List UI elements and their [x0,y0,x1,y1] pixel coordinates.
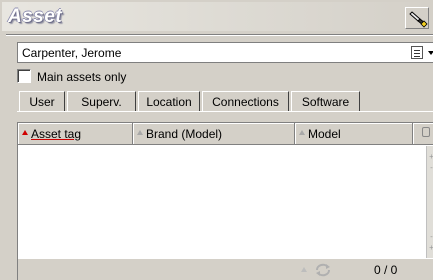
scroll-top-icon[interactable]: + [428,152,433,161]
sort-indicator-icon [137,130,143,135]
tab-user[interactable]: User [19,91,65,111]
column-chooser[interactable] [413,123,433,144]
chevron-down-icon[interactable] [428,51,433,55]
column-model[interactable]: Model [295,123,413,144]
tab-connections[interactable]: Connections [202,91,289,111]
tab-location[interactable]: Location [138,91,200,111]
sort-indicator-icon [22,130,28,135]
tab-label: User [29,95,55,109]
table-header: Asset tag Brand (Model) Model [18,123,433,145]
tab-baseline [17,111,433,112]
tab-label: Software [301,95,350,109]
vertical-scrollbar[interactable]: + - - + [426,146,433,258]
tab-label: Location [146,95,192,109]
list-icon[interactable] [411,46,423,59]
column-chooser-icon [422,127,430,137]
main-assets-checkbox[interactable] [17,69,31,83]
column-label: Model [308,127,341,141]
flashlight-icon [409,11,428,28]
user-combo-value: Carpenter, Jerome [22,46,122,60]
column-brand-model[interactable]: Brand (Model) [133,123,295,144]
window-title: Asset [8,6,63,27]
column-label: Brand (Model) [146,127,223,141]
record-counter: 0 / 0 [374,263,398,277]
column-label: Asset tag [31,127,82,141]
tab-label: Superv. [81,95,122,109]
title-divider [6,34,433,36]
user-combo[interactable]: Carpenter, Jerome [17,42,433,63]
main-assets-label: Main assets only [37,70,127,84]
tab-label: Connections [212,95,279,109]
scroll-up-icon[interactable]: - [428,163,433,172]
asset-list[interactable]: Asset tag Brand (Model) Model + - - + 0 … [17,122,433,280]
column-asset-tag[interactable]: Asset tag [18,123,133,144]
sort-indicator-icon [301,267,307,272]
list-statusbar: 0 / 0 [18,258,433,280]
scroll-down-icon[interactable]: - [428,232,433,241]
tab-supervisor[interactable]: Superv. [67,91,136,111]
scroll-bottom-icon[interactable]: + [428,243,433,252]
sort-indicator-icon [299,130,305,135]
flashlight-button[interactable] [405,7,429,29]
refresh-icon[interactable] [314,263,332,277]
tab-software[interactable]: Software [291,91,360,111]
window-titlebar: Asset [2,2,433,31]
